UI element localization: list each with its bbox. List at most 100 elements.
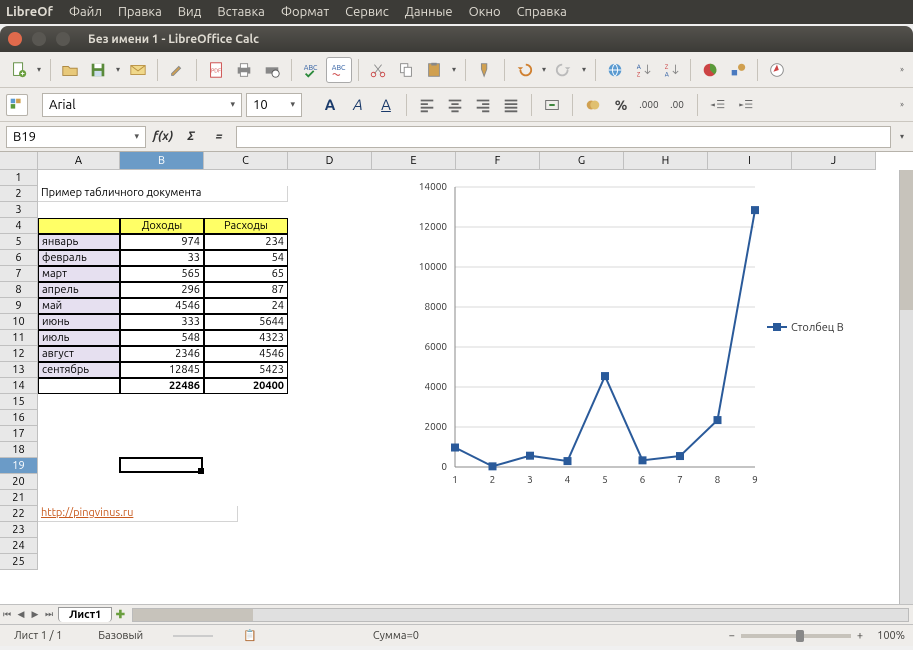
tab-next-icon[interactable]: ▶ xyxy=(28,607,42,623)
font-name-combo[interactable]: Arial ▾ xyxy=(42,93,242,117)
column-header-E[interactable]: E xyxy=(372,152,456,170)
menu-format[interactable]: Формат xyxy=(281,5,329,19)
menu-insert[interactable]: Вставка xyxy=(217,5,264,19)
zoom-out-icon[interactable]: − xyxy=(729,630,735,642)
show-draw-functions-icon[interactable] xyxy=(725,57,751,83)
font-size-combo[interactable]: 10 ▾ xyxy=(246,93,302,117)
window-minimize-button[interactable] xyxy=(32,32,46,46)
remove-decimal-icon[interactable]: .00 xyxy=(665,93,689,117)
chart-icon[interactable] xyxy=(697,57,723,83)
cell-A11[interactable]: июль xyxy=(38,330,120,346)
cell-C5[interactable]: 234 xyxy=(204,234,288,250)
formula-input[interactable] xyxy=(236,126,891,148)
formula-dropdown[interactable]: ▾ xyxy=(897,132,907,141)
row-header-12[interactable]: 12 xyxy=(0,346,38,362)
sort-asc-icon[interactable]: AZ xyxy=(630,57,656,83)
cell-B13[interactable]: 12845 xyxy=(120,362,204,378)
tab-last-icon[interactable]: ⏭ xyxy=(42,607,56,623)
menu-view[interactable]: Вид xyxy=(178,5,202,19)
chevron-down-icon[interactable]: ▾ xyxy=(230,99,235,110)
underline-icon[interactable]: A xyxy=(374,93,398,117)
cell-C10[interactable]: 5644 xyxy=(204,314,288,330)
format-paintbrush-icon[interactable] xyxy=(472,57,498,83)
menu-window[interactable]: Окно xyxy=(469,5,501,19)
menu-file[interactable]: Файл xyxy=(69,5,102,19)
cell-C9[interactable]: 24 xyxy=(204,298,288,314)
bold-icon[interactable]: A xyxy=(318,93,342,117)
equals-icon[interactable]: = xyxy=(208,126,230,148)
toolbar-overflow[interactable]: » xyxy=(897,65,907,74)
cell-B8[interactable]: 296 xyxy=(120,282,204,298)
cell-C4[interactable]: Расходы xyxy=(204,218,288,234)
cell-C13[interactable]: 5423 xyxy=(204,362,288,378)
tab-first-icon[interactable]: ⏮ xyxy=(0,607,14,623)
undo-dropdown[interactable]: ▾ xyxy=(539,65,549,74)
column-header-F[interactable]: F xyxy=(456,152,540,170)
row-header-16[interactable]: 16 xyxy=(0,410,38,426)
redo-dropdown[interactable]: ▾ xyxy=(579,65,589,74)
cell-A22[interactable]: http://pingvinus.ru xyxy=(38,506,238,522)
navigator-icon[interactable] xyxy=(764,57,790,83)
align-right-icon[interactable] xyxy=(471,93,495,117)
cell-B9[interactable]: 4546 xyxy=(120,298,204,314)
zoom-slider[interactable]: − + 100% xyxy=(729,630,905,642)
menu-data[interactable]: Данные xyxy=(405,5,453,19)
currency-icon[interactable] xyxy=(581,93,605,117)
cell-A5[interactable]: январь xyxy=(38,234,120,250)
column-header-B[interactable]: B xyxy=(120,152,204,170)
cell-A4[interactable] xyxy=(38,218,120,234)
edit-mode-icon[interactable] xyxy=(164,57,190,83)
cell-A7[interactable]: март xyxy=(38,266,120,282)
cell-C6[interactable]: 54 xyxy=(204,250,288,266)
cell-A14[interactable] xyxy=(38,378,120,394)
row-header-19[interactable]: 19 xyxy=(0,458,38,474)
cut-icon[interactable] xyxy=(365,57,391,83)
status-insert-mode[interactable] xyxy=(173,635,213,637)
sheet-tab-1[interactable]: Лист1 xyxy=(58,607,112,622)
row-header-5[interactable]: 5 xyxy=(0,234,38,250)
save-dropdown[interactable]: ▾ xyxy=(113,65,123,74)
spellcheck-icon[interactable]: ABC xyxy=(298,57,324,83)
tab-prev-icon[interactable]: ◀ xyxy=(14,607,28,623)
cell-A8[interactable]: апрель xyxy=(38,282,120,298)
row-header-2[interactable]: 2 xyxy=(0,186,38,202)
percent-icon[interactable]: % xyxy=(609,93,633,117)
print-preview-icon[interactable] xyxy=(259,57,285,83)
row-header-17[interactable]: 17 xyxy=(0,426,38,442)
row-header-8[interactable]: 8 xyxy=(0,282,38,298)
copy-icon[interactable] xyxy=(393,57,419,83)
menu-help[interactable]: Справка xyxy=(517,5,567,19)
row-header-3[interactable]: 3 xyxy=(0,202,38,218)
column-header-A[interactable]: A xyxy=(38,152,120,170)
row-header-24[interactable]: 24 xyxy=(0,538,38,554)
add-sheet-icon[interactable]: ✚ xyxy=(112,608,128,621)
open-icon[interactable] xyxy=(57,57,83,83)
cell-B10[interactable]: 333 xyxy=(120,314,204,330)
vertical-scrollbar[interactable] xyxy=(899,170,913,604)
cell-A9[interactable]: май xyxy=(38,298,120,314)
row-header-18[interactable]: 18 xyxy=(0,442,38,458)
align-justify-icon[interactable] xyxy=(499,93,523,117)
cell-C14[interactable]: 20400 xyxy=(204,378,288,394)
auto-spellcheck-icon[interactable]: ABC xyxy=(326,57,352,83)
row-header-11[interactable]: 11 xyxy=(0,330,38,346)
row-header-4[interactable]: 4 xyxy=(0,218,38,234)
export-pdf-icon[interactable]: PDF xyxy=(203,57,229,83)
row-header-9[interactable]: 9 xyxy=(0,298,38,314)
column-header-H[interactable]: H xyxy=(624,152,708,170)
cell-B7[interactable]: 565 xyxy=(120,266,204,282)
merge-cells-icon[interactable] xyxy=(540,93,564,117)
column-header-C[interactable]: C xyxy=(204,152,288,170)
row-header-15[interactable]: 15 xyxy=(0,394,38,410)
embedded-chart[interactable]: 0200040006000800010000120001400012345678… xyxy=(400,177,855,497)
align-left-icon[interactable] xyxy=(415,93,439,117)
cell-B6[interactable]: 33 xyxy=(120,250,204,266)
window-maximize-button[interactable] xyxy=(56,32,70,46)
align-center-icon[interactable] xyxy=(443,93,467,117)
italic-icon[interactable]: A xyxy=(346,93,370,117)
status-signature-icon[interactable]: 📋 xyxy=(237,629,263,642)
column-header-G[interactable]: G xyxy=(540,152,624,170)
redo-icon[interactable] xyxy=(551,57,577,83)
increase-indent-icon[interactable] xyxy=(734,93,758,117)
add-decimal-icon[interactable]: .000 xyxy=(637,93,661,117)
